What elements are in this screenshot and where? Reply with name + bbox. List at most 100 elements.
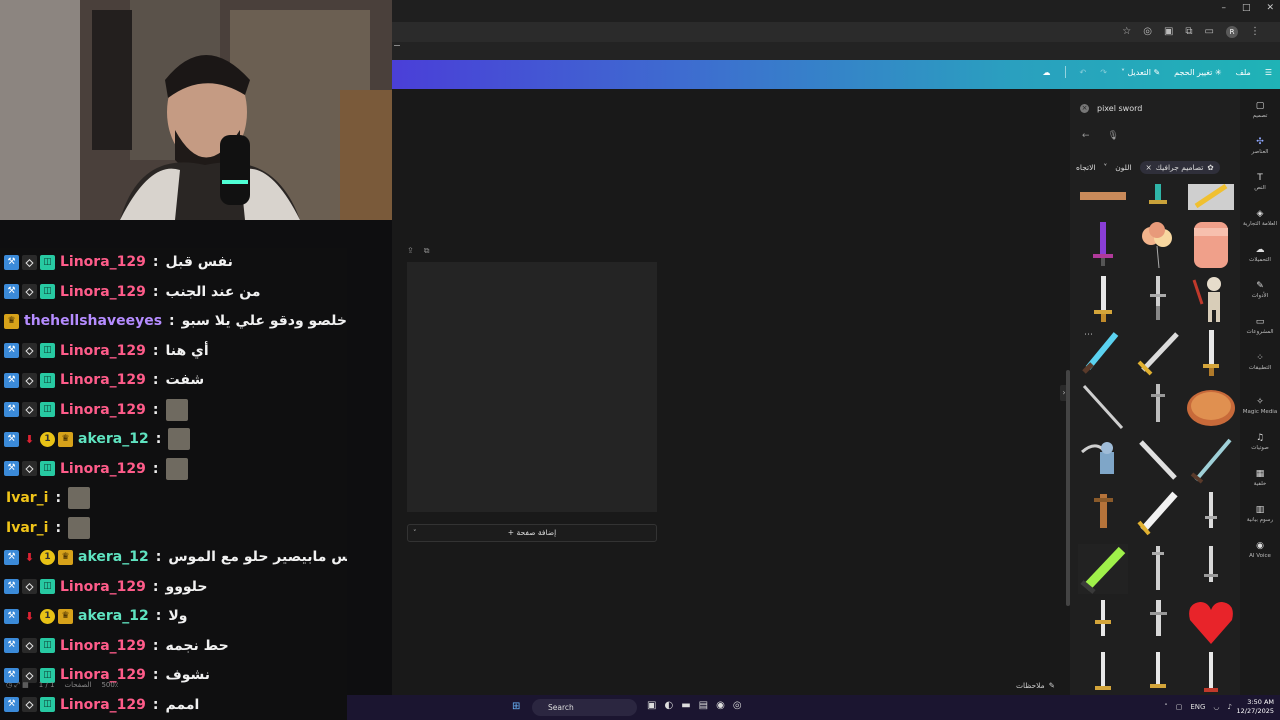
tray-lang[interactable]: ENG [1190,703,1205,711]
nav-text[interactable]: T النص [1240,173,1280,191]
result-balloons[interactable] [1133,220,1183,270]
result-katana[interactable] [1133,544,1183,594]
result-pie[interactable] [1186,382,1236,432]
nav-uploads[interactable]: ☁ التحميلات [1240,245,1280,263]
result-rapier[interactable] [1078,382,1128,432]
profile-avatar[interactable]: R [1226,26,1238,38]
menu-dots-icon[interactable]: ⋮ [1250,26,1260,38]
windows-start-icon[interactable]: ⊞ [512,701,524,713]
result-long-blade[interactable] [1133,436,1183,486]
star-icon[interactable]: ☆ [1122,26,1131,38]
chat-username[interactable]: akera_12 [78,549,149,565]
result-teal-sword[interactable] [1133,184,1183,212]
maximize-button[interactable]: □ [1242,3,1251,13]
store-icon[interactable]: ▤ [699,700,708,711]
microphone-icon[interactable]: 🎙 [1108,131,1119,141]
eye-icon[interactable]: ◎ [1143,26,1152,38]
chat-username[interactable]: thehellshaveeyes [24,313,162,329]
result-thin-sword[interactable] [1133,382,1183,432]
nav-background[interactable]: ▦ خلفية [1240,469,1280,487]
taskbar-search[interactable]: Search [532,699,637,716]
direction-filter[interactable]: الاتجاه [1076,163,1096,172]
chevron-down-icon[interactable]: ˅ [413,525,417,541]
result-plank[interactable] [1078,184,1128,212]
resize-menu[interactable]: تغيير الحجم ✳ [1174,68,1221,77]
remove-filter-icon[interactable]: × [1146,163,1152,172]
clock[interactable]: 3:50 AM 12/27/2025 [1237,698,1274,716]
redo-icon[interactable]: ↷ [1100,68,1107,77]
nav-audio[interactable]: ♫ صوتيات [1240,433,1280,451]
duplicate-icon[interactable]: ⧉ [424,246,430,256]
tray-chevron-icon[interactable]: ˄ [1164,703,1168,711]
chat-username[interactable]: Ivar_i [6,490,49,506]
app-icon[interactable]: ◎ [733,700,742,711]
result-purple-sword[interactable] [1078,220,1128,270]
chevron-down-icon[interactable]: ˅ [1104,163,1108,172]
result-gold-guard-sword[interactable] [1078,598,1128,648]
chat-username[interactable]: Linora_129 [60,284,146,300]
result-short-sword[interactable] [1186,328,1236,378]
result-sword-partial-2[interactable] [1133,650,1183,694]
graphics-filter-chip[interactable]: × تصاميم جرافيك ✿ [1139,161,1220,174]
chat-username[interactable]: akera_12 [78,608,149,624]
split-icon[interactable]: ▭ [1205,26,1214,38]
chat-username[interactable]: Linora_129 [60,461,146,477]
design-page[interactable] [407,262,657,512]
volume-icon[interactable]: ♪ [1228,703,1232,711]
tray-app-icon[interactable]: ▢ [1176,703,1183,711]
nav-design[interactable]: ▢ تصميم [1240,101,1280,119]
result-skeleton[interactable] [1186,274,1236,324]
folder-icon[interactable]: ▬ [681,700,690,711]
result-dagger[interactable] [1133,274,1183,324]
hamburger-icon[interactable]: ☰ [1265,68,1272,77]
result-framed-sword[interactable] [1186,184,1236,212]
nav-projects[interactable]: ▭ المشروعات [1240,317,1280,335]
file-menu[interactable]: ملف [1236,68,1251,77]
edit-menu[interactable]: ˅ التعديل ✎ [1121,68,1160,77]
result-silver-sword[interactable] [1078,274,1128,324]
undo-icon[interactable]: ↶ [1080,68,1087,77]
chat-username[interactable]: Linora_129 [60,343,146,359]
result-gold-hilt-sword[interactable] [1133,328,1183,378]
zoom-level[interactable]: 500٪ [101,681,118,689]
result-narrow-sword[interactable] [1186,490,1236,540]
puzzle-icon[interactable]: ⧉ [1185,26,1192,38]
chat-username[interactable]: Linora_129 [60,402,146,418]
edge-icon[interactable]: ◐ [664,700,673,711]
back-arrow-icon[interactable]: ← [1082,131,1090,141]
add-page-button[interactable]: ˅ + إضافة صفحة [407,524,657,542]
result-white-sword[interactable] [1133,490,1183,540]
close-button[interactable]: ✕ [1266,3,1274,13]
more-options-icon[interactable]: ⋯ [1084,330,1093,340]
nav-brand[interactable]: ◈ العلامة التجارية [1240,209,1280,227]
color-filter[interactable]: اللون [1115,163,1131,172]
nav-tools[interactable]: ✎ الأدوات [1240,281,1280,299]
nav-magic-media[interactable]: ✧ Magic Media [1240,397,1280,415]
nav-charts[interactable]: ▥ رسوم بيانية [1240,505,1280,523]
chat-username[interactable]: Linora_129 [60,638,146,654]
nav-apps[interactable]: ⁘ التطبيقات [1240,353,1280,371]
result-jar[interactable] [1186,220,1236,270]
wifi-icon[interactable]: ◡ [1213,703,1219,711]
minimize-button[interactable]: – [1221,3,1226,13]
nav-elements[interactable]: ✣ العناصر [1240,137,1280,155]
chat-username[interactable]: Linora_129 [60,579,146,595]
result-knight[interactable] [1078,436,1128,486]
result-sword-partial-3[interactable] [1186,650,1236,694]
chat-username[interactable]: Linora_129 [60,697,146,713]
result-steel-sword[interactable] [1186,544,1236,594]
cloud-save-icon[interactable]: ☁ [1043,68,1051,77]
extension-icon[interactable]: ▣ [1164,26,1173,38]
chat-username[interactable]: akera_12 [78,431,149,447]
result-broadsword[interactable] [1133,598,1183,648]
notes-button[interactable]: ملاحظات ✎ [1016,681,1055,690]
result-sword-partial-1[interactable] [1078,650,1128,694]
chrome-icon[interactable]: ◉ [716,700,725,711]
result-green-sword[interactable] [1078,544,1128,594]
result-teal-blade[interactable] [1186,436,1236,486]
chat-username[interactable]: Linora_129 [60,372,146,388]
chat-username[interactable]: Linora_129 [60,254,146,270]
share-icon[interactable]: ⇪ [407,246,414,256]
chat-username[interactable]: Ivar_i [6,520,49,536]
nav-ai-voice[interactable]: ◉ AI Voice [1240,541,1280,559]
